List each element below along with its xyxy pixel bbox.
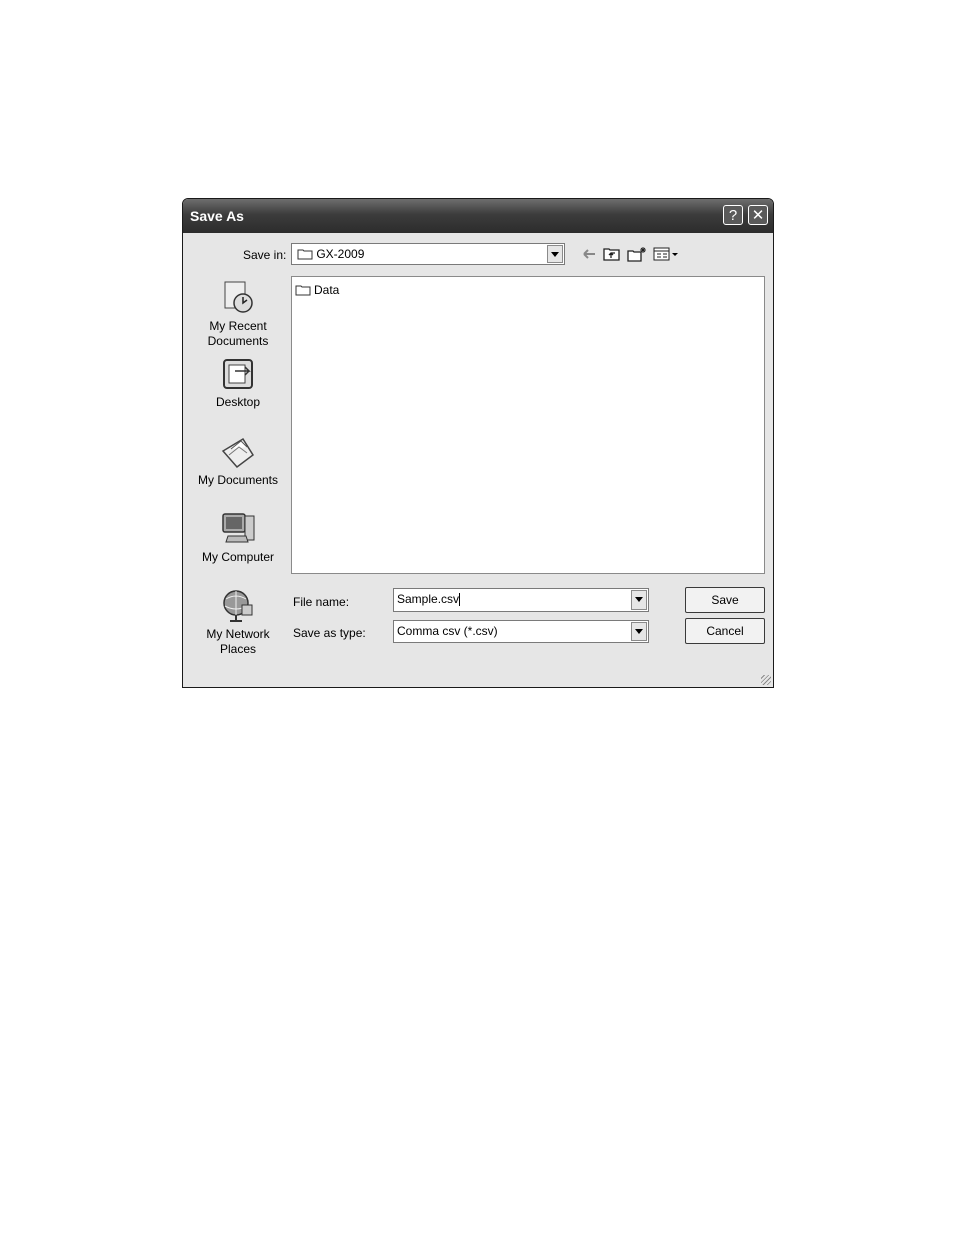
places-item-network[interactable]: My Network Places bbox=[193, 587, 283, 657]
places-label-my-computer: My Computer bbox=[201, 550, 275, 564]
my-documents-icon bbox=[221, 437, 255, 469]
file-list[interactable]: Data bbox=[291, 276, 765, 574]
save-as-type-label: Save as type: bbox=[293, 626, 366, 640]
folder-icon bbox=[297, 249, 313, 260]
up-folder-icon[interactable] bbox=[603, 246, 621, 262]
file-name-value: Sample.csv bbox=[397, 592, 460, 606]
save-in-value-wrap: GX-2009 bbox=[297, 247, 364, 261]
save-as-type-select[interactable]: Comma csv (*.csv) bbox=[393, 620, 649, 643]
save-as-type-value: Comma csv (*.csv) bbox=[397, 624, 498, 638]
save-in-label: Save in: bbox=[243, 248, 287, 262]
places-label-network: My Network Places bbox=[206, 627, 270, 656]
desktop-icon bbox=[223, 359, 253, 389]
list-item[interactable]: Data bbox=[295, 283, 339, 297]
view-menu-icon[interactable] bbox=[653, 246, 679, 262]
help-button[interactable]: ? bbox=[723, 205, 743, 225]
my-computer-icon bbox=[222, 513, 255, 543]
save-in-combo[interactable]: GX-2009 bbox=[291, 243, 565, 265]
close-button[interactable]: ✕ bbox=[748, 205, 768, 225]
places-label-recent: My Recent Documents bbox=[207, 319, 269, 348]
resize-grip[interactable] bbox=[761, 675, 771, 685]
save-as-type-dropdown-arrow[interactable] bbox=[631, 622, 647, 641]
places-label-desktop: Desktop bbox=[215, 395, 261, 409]
dialog-title: Save As bbox=[190, 208, 244, 224]
places-item-my-computer[interactable]: My Computer bbox=[193, 510, 283, 565]
cancel-button[interactable]: Cancel bbox=[685, 618, 765, 644]
recent-documents-icon bbox=[224, 281, 253, 313]
save-in-dropdown-arrow[interactable] bbox=[547, 245, 563, 263]
title-bar[interactable]: Save As ? ✕ bbox=[183, 199, 773, 233]
file-name-dropdown-arrow[interactable] bbox=[631, 590, 647, 610]
back-arrow-icon[interactable] bbox=[581, 246, 597, 262]
file-name-combo[interactable]: Sample.csv bbox=[393, 588, 649, 612]
text-caret bbox=[459, 593, 461, 607]
places-item-my-documents[interactable]: My Documents bbox=[193, 433, 283, 488]
places-item-desktop[interactable]: Desktop bbox=[193, 357, 283, 410]
file-name-input[interactable]: Sample.csv bbox=[397, 592, 461, 607]
save-as-dialog: Save As ? ✕ Save in: GX-2009 My Recent D… bbox=[182, 198, 774, 688]
save-button[interactable]: Save bbox=[685, 587, 765, 613]
new-folder-icon[interactable] bbox=[627, 246, 647, 262]
folder-icon bbox=[295, 285, 311, 296]
file-item-name: Data bbox=[314, 283, 340, 297]
places-item-recent[interactable]: My Recent Documents bbox=[193, 279, 283, 349]
file-name-label: File name: bbox=[293, 595, 350, 609]
network-places-icon bbox=[223, 590, 253, 622]
save-in-value: GX-2009 bbox=[316, 247, 365, 261]
places-label-my-documents: My Documents bbox=[197, 473, 279, 487]
